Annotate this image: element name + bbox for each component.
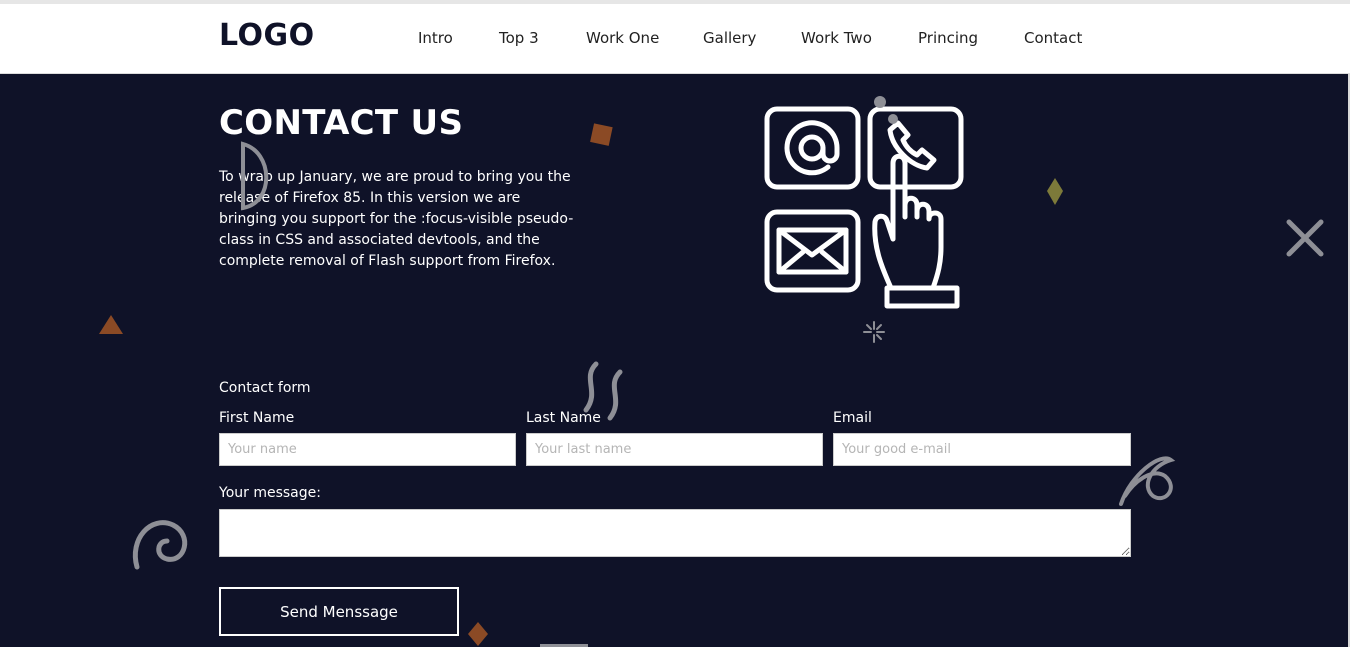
confetti-dots-icon bbox=[874, 96, 898, 124]
confetti-burst-icon bbox=[863, 321, 885, 343]
confetti-spiral-icon bbox=[132, 520, 188, 570]
first-name-label: First Name bbox=[219, 410, 295, 426]
form-title: Contact form bbox=[219, 380, 311, 396]
last-name-label: Last Name bbox=[526, 410, 601, 426]
send-message-button[interactable]: Send Menssage bbox=[219, 587, 459, 636]
first-name-input[interactable] bbox=[219, 433, 516, 466]
decorative-shapes bbox=[99, 96, 1324, 647]
confetti-x-icon bbox=[1286, 219, 1324, 257]
message-label: Your message: bbox=[219, 485, 321, 501]
site-header: LOGO Intro Top 3 Work One Gallery Work T… bbox=[0, 4, 1350, 74]
confetti-diamond-orange-icon bbox=[468, 622, 488, 646]
logo[interactable]: LOGO bbox=[219, 18, 315, 53]
nav-link-top-3[interactable]: Top 3 bbox=[499, 29, 539, 47]
nav-link-work-one[interactable]: Work One bbox=[586, 29, 659, 47]
nav-link-intro[interactable]: Intro bbox=[418, 29, 453, 47]
nav-link-work-two[interactable]: Work Two bbox=[801, 29, 872, 47]
nav-link-gallery[interactable]: Gallery bbox=[703, 29, 756, 47]
nav-link-contact[interactable]: Contact bbox=[1024, 29, 1082, 47]
confetti-triangle-icon bbox=[99, 315, 123, 334]
message-textarea[interactable] bbox=[219, 509, 1131, 557]
nav-link-pricing[interactable]: Princing bbox=[918, 29, 978, 47]
email-label: Email bbox=[833, 410, 872, 426]
confetti-half-circle-icon bbox=[241, 141, 269, 211]
confetti-square-icon bbox=[590, 123, 613, 146]
email-input[interactable] bbox=[833, 433, 1131, 466]
confetti-diamond-icon bbox=[1047, 178, 1063, 205]
contact-section: CONTACT US To wrap up January, we are pr… bbox=[0, 74, 1348, 647]
last-name-input[interactable] bbox=[526, 433, 823, 466]
